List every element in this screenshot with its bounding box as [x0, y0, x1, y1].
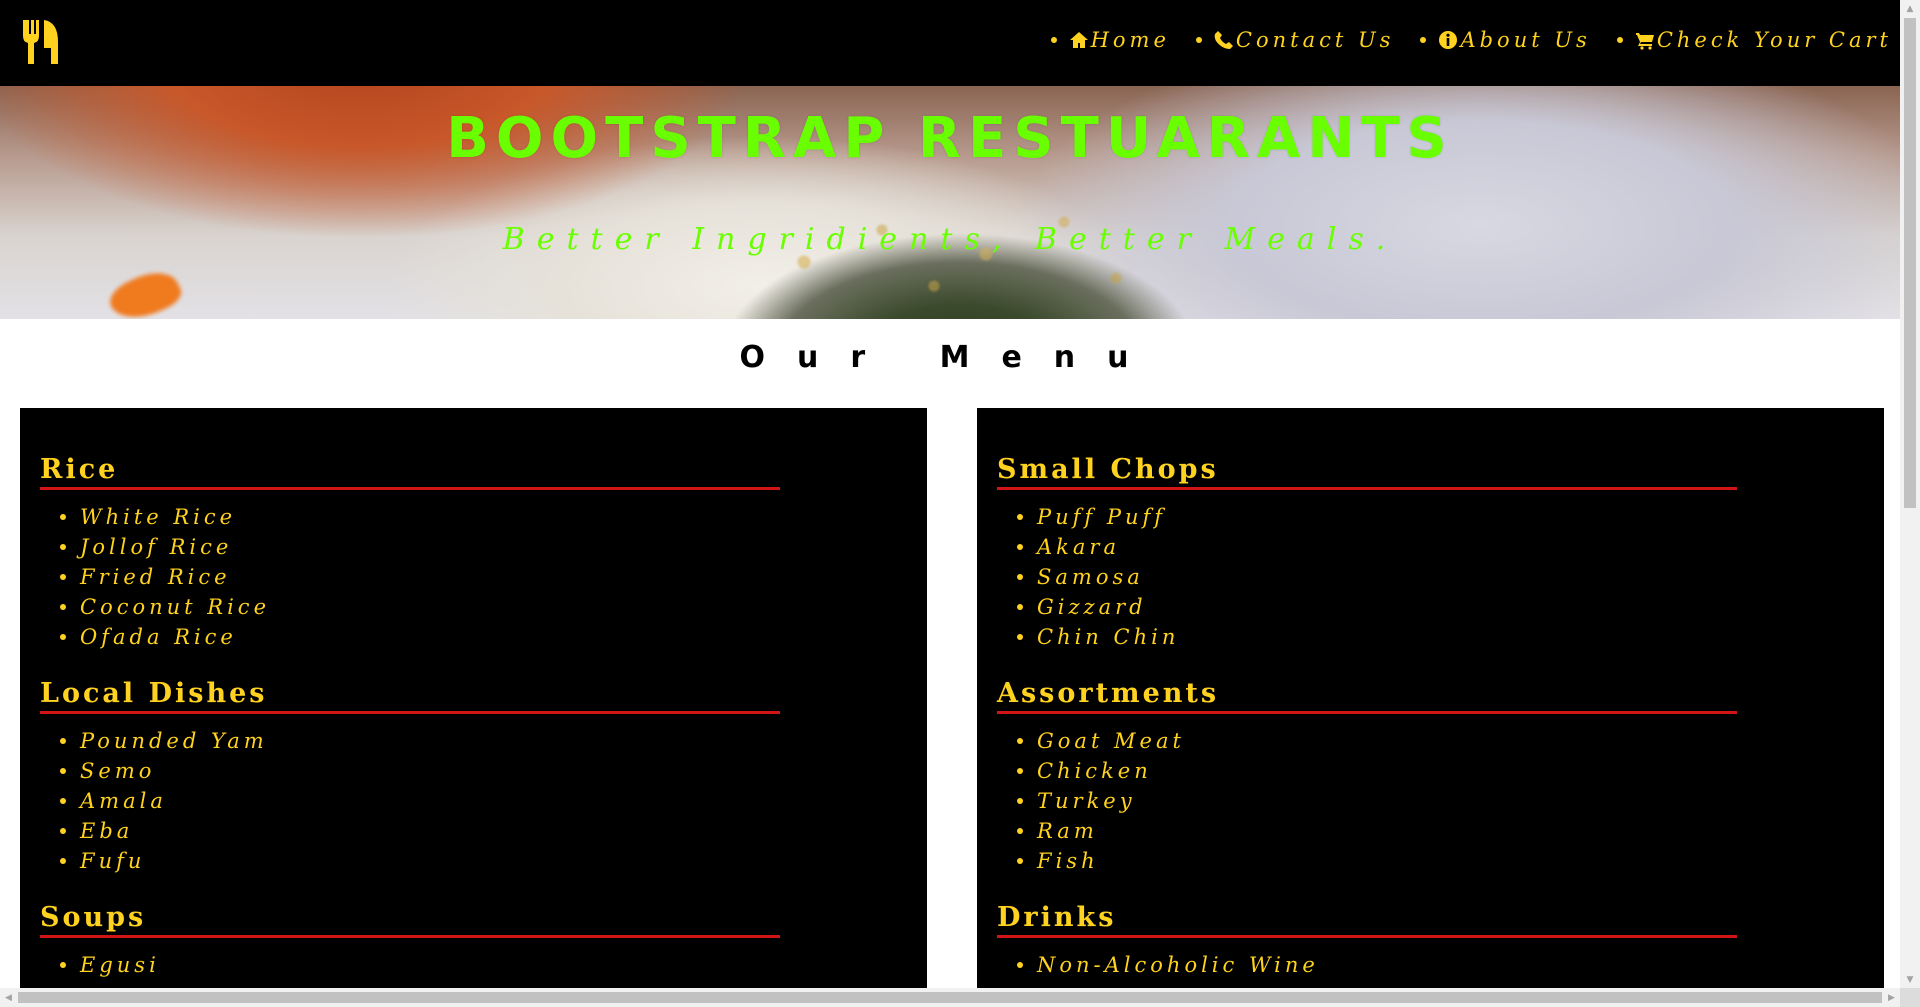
menu-category: Drinks Non-Alcoholic Wine: [997, 901, 1884, 980]
home-icon: [1069, 30, 1089, 50]
category-title: Local Dishes: [40, 677, 780, 714]
menu-item[interactable]: Ram: [1017, 816, 1884, 846]
menu-item[interactable]: Jollof Rice: [60, 532, 927, 562]
nav-label-about: About Us: [1460, 28, 1591, 52]
cart-icon: [1635, 30, 1655, 50]
menu-item[interactable]: Goat Meat: [1017, 726, 1884, 756]
nav-item-about[interactable]: About Us: [1420, 28, 1590, 52]
menu-item[interactable]: Chicken: [1017, 756, 1884, 786]
menu-category: Local Dishes Pounded Yam Semo Amala Eba …: [40, 677, 927, 876]
scroll-right-icon[interactable]: ▶: [1883, 988, 1900, 1007]
menu-item[interactable]: Pounded Yam: [60, 726, 927, 756]
nav-item-contact[interactable]: Contact Us: [1196, 28, 1395, 52]
category-title: Assortments: [997, 677, 1737, 714]
menu-item[interactable]: Egusi: [60, 950, 927, 980]
phone-icon: [1214, 30, 1234, 50]
vertical-scrollbar[interactable]: ▲ ▼: [1900, 0, 1920, 988]
menu-item[interactable]: Samosa: [1017, 562, 1884, 592]
horizontal-scrollbar[interactable]: ◀ ▶: [0, 988, 1900, 1007]
horizontal-scroll-thumb[interactable]: [18, 992, 1882, 1003]
scroll-up-icon[interactable]: ▲: [1900, 0, 1920, 17]
menu-category: Rice White Rice Jollof Rice Fried Rice C…: [40, 453, 927, 652]
nav-label-contact: Contact Us: [1235, 28, 1395, 52]
menu-item[interactable]: Amala: [60, 786, 927, 816]
menu-category: Assortments Goat Meat Chicken Turkey Ram…: [997, 677, 1884, 876]
category-title: Drinks: [997, 901, 1737, 938]
menu-item[interactable]: Puff Puff: [1017, 502, 1884, 532]
category-list: White Rice Jollof Rice Fried Rice Coconu…: [40, 502, 927, 652]
menu-item[interactable]: Fufu: [60, 846, 927, 876]
hero-title: BOOTSTRAP RESTUARANTS: [446, 106, 1454, 171]
menu-item[interactable]: Ofada Rice: [60, 622, 927, 652]
nav-label-home: Home: [1090, 28, 1170, 52]
category-list: Egusi: [40, 950, 927, 980]
menu-category: Soups Egusi: [40, 901, 927, 980]
category-list: Non-Alcoholic Wine: [997, 950, 1884, 980]
navbar: Home Contact Us About Us Check Your Cart: [0, 0, 1900, 86]
category-list: Puff Puff Akara Samosa Gizzard Chin Chin: [997, 502, 1884, 652]
menu-item[interactable]: Turkey: [1017, 786, 1884, 816]
scroll-down-icon[interactable]: ▼: [1900, 971, 1920, 988]
scroll-left-icon[interactable]: ◀: [0, 988, 17, 1007]
menu-item[interactable]: Fish: [1017, 846, 1884, 876]
menu-item[interactable]: White Rice: [60, 502, 927, 532]
hero-banner: BOOTSTRAP RESTUARANTS Better Ingridients…: [0, 86, 1900, 319]
menu-item[interactable]: Gizzard: [1017, 592, 1884, 622]
menu-item[interactable]: Semo: [60, 756, 927, 786]
menu-category: Small Chops Puff Puff Akara Samosa Gizza…: [997, 453, 1884, 652]
category-list: Goat Meat Chicken Turkey Ram Fish: [997, 726, 1884, 876]
info-icon: [1438, 30, 1458, 50]
hero-subtitle: Better Ingridients, Better Meals.: [502, 222, 1398, 257]
menu-card-right: Small Chops Puff Puff Akara Samosa Gizza…: [977, 408, 1884, 1007]
nav-menu: Home Contact Us About Us Check Your Cart: [1051, 28, 1892, 52]
category-title: Small Chops: [997, 453, 1737, 490]
menu-item[interactable]: Coconut Rice: [60, 592, 927, 622]
category-title: Rice: [40, 453, 780, 490]
menu-item[interactable]: Eba: [60, 816, 927, 846]
menu-item[interactable]: Non-Alcoholic Wine: [1017, 950, 1884, 980]
page: Home Contact Us About Us Check Your Cart: [0, 0, 1920, 1007]
vertical-scroll-thumb[interactable]: [1904, 18, 1916, 508]
scrollbar-corner: [1900, 988, 1920, 1007]
fork-knife-icon[interactable]: [20, 18, 60, 66]
category-list: Pounded Yam Semo Amala Eba Fufu: [40, 726, 927, 876]
menu-heading: Our Menu: [739, 340, 1161, 375]
menu-item[interactable]: Chin Chin: [1017, 622, 1884, 652]
menu-card-left: Rice White Rice Jollof Rice Fried Rice C…: [20, 408, 927, 1007]
menu-item[interactable]: Akara: [1017, 532, 1884, 562]
nav-item-cart[interactable]: Check Your Cart: [1617, 28, 1892, 52]
nav-label-cart: Check Your Cart: [1656, 28, 1892, 52]
nav-item-home[interactable]: Home: [1051, 28, 1170, 52]
hero-garnish: [104, 263, 186, 319]
category-title: Soups: [40, 901, 780, 938]
menu-item[interactable]: Fried Rice: [60, 562, 927, 592]
